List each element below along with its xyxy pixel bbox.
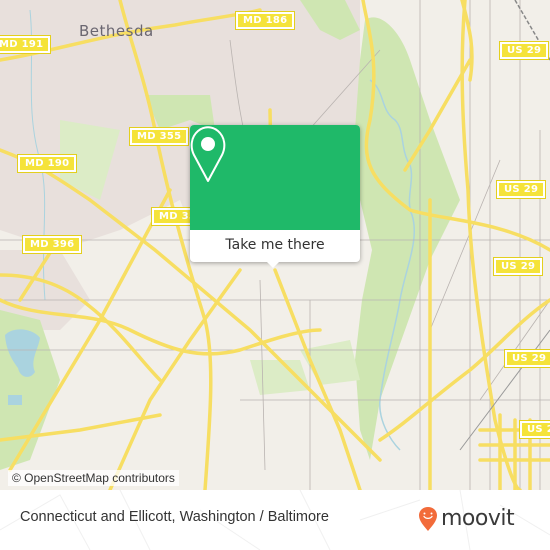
route-shield-md-191: MD 191 (0, 35, 52, 54)
park-area (250, 360, 310, 395)
route-shield-md-190: MD 190 (16, 154, 78, 173)
footer: Connecticut and Ellicott, Washington / B… (0, 490, 550, 550)
rock-creek-park (355, 17, 460, 460)
popup-pointer (265, 260, 281, 268)
park-area (300, 340, 360, 385)
moovit-logo-icon (419, 507, 437, 531)
route-shield-md-186: MD 186 (234, 11, 296, 30)
take-me-there-button[interactable]: Take me there (190, 230, 360, 262)
route-shield-md-355: MD 355 (128, 127, 190, 146)
map-pin-icon (190, 126, 226, 182)
reservoir (8, 395, 22, 405)
moovit-logo[interactable]: moovit (418, 504, 515, 534)
route-shield-us-29: US 29 (492, 257, 544, 276)
map-attribution[interactable]: © OpenStreetMap contributors (8, 470, 179, 486)
route-shield-us-29: US 29 (518, 420, 550, 439)
route-shield-us-29: US 29 (498, 41, 550, 60)
route-shield-us-29: US 29 (503, 349, 550, 368)
route-shield-md-396: MD 396 (21, 235, 83, 254)
city-label-bethesda: Bethesda (79, 22, 154, 40)
popup-header[interactable] (190, 125, 360, 230)
take-me-there-popup[interactable]: Take me there (190, 125, 360, 268)
stop-title: Connecticut and Ellicott, Washington / B… (20, 509, 329, 525)
route-shield-us-29: US 29 (495, 180, 547, 199)
moovit-wordmark: moovit (441, 505, 515, 531)
map[interactable]: Bethesda MD 191 MD 186 MD 355 MD 190 MD … (0, 0, 550, 490)
